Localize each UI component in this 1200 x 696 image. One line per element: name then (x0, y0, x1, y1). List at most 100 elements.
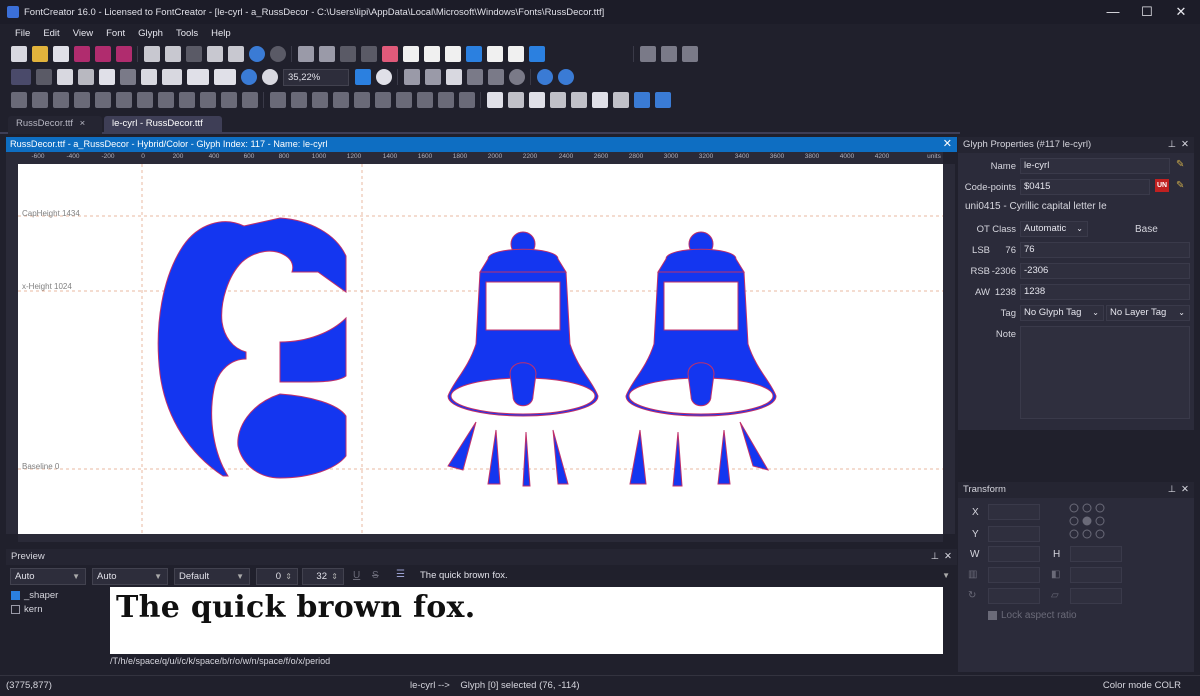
close-window-button[interactable]: ✕ (1162, 0, 1200, 24)
feature-shaper[interactable]: _shaper (11, 590, 106, 601)
lock-aspect-option[interactable]: Lock aspect ratio (988, 610, 1077, 621)
rotate-icon[interactable] (403, 69, 420, 85)
menu-font[interactable]: Font (106, 28, 125, 39)
script-select[interactable]: Auto ▼ (10, 567, 86, 585)
size-stepper[interactable]: 32 ⇕ (302, 567, 344, 585)
ruler-tool-icon[interactable] (98, 69, 115, 85)
select-tool-icon[interactable] (10, 69, 31, 85)
glyph-tag-select[interactable]: No Glyph Tag ⌄ (1020, 305, 1104, 321)
pin-icon[interactable]: ⊥ (1168, 482, 1176, 498)
mirror-icon[interactable] (290, 92, 307, 108)
grid-icon[interactable] (486, 92, 503, 108)
save-all-icon[interactable] (115, 46, 132, 62)
zoom-level-select[interactable]: 35,22% (283, 68, 349, 86)
save-icon[interactable] (73, 46, 90, 62)
settings-icon[interactable] (681, 46, 698, 62)
image-icon[interactable] (445, 69, 462, 85)
edit-codepoints-icon[interactable]: ✎ (1176, 180, 1184, 191)
send-back-icon[interactable] (458, 92, 475, 108)
paste-icon[interactable] (227, 46, 244, 62)
previous-glyph-icon[interactable] (536, 69, 553, 85)
lsb-field[interactable]: 76 (1020, 242, 1190, 258)
layers-icon[interactable] (570, 92, 587, 108)
add-point-icon[interactable] (213, 69, 236, 85)
close-editor-icon[interactable]: ✕ (943, 137, 952, 152)
glyph-contour-lower[interactable] (237, 393, 347, 479)
checkbox-unchecked[interactable] (11, 604, 20, 614)
lock-aspect-checkbox[interactable] (988, 610, 997, 620)
print-icon[interactable] (143, 46, 160, 62)
width-field[interactable] (988, 546, 1040, 562)
layout-select[interactable]: Default ▼ (174, 567, 250, 585)
unlink-icon[interactable] (360, 46, 377, 62)
save-as-icon[interactable] (94, 46, 111, 62)
export-icon[interactable] (486, 46, 503, 62)
tab-font-file[interactable]: RussDecor.ttf × (8, 116, 102, 134)
install-icon[interactable] (528, 46, 545, 62)
lasso-tool-icon[interactable] (35, 69, 52, 85)
rename-icon[interactable]: ✎ (1176, 159, 1184, 170)
bell-glyph-left[interactable] (447, 231, 599, 487)
contour-tool-icon[interactable] (186, 69, 209, 85)
close-preview-icon[interactable]: ✕ (944, 549, 952, 565)
tab-glyph-editor[interactable]: le-cyrl - RussDecor.ttf (104, 116, 222, 134)
hand-tool-icon[interactable] (56, 69, 73, 85)
menu-tools[interactable]: Tools (176, 28, 198, 39)
grid-large-icon[interactable] (507, 92, 524, 108)
scale-x-field[interactable] (988, 567, 1040, 583)
point-mode-icon[interactable] (375, 69, 392, 85)
unicode-icon[interactable]: UN (1155, 179, 1169, 192)
redo-icon[interactable] (269, 46, 286, 62)
menu-edit[interactable]: Edit (43, 28, 59, 39)
bell-glyph-right[interactable] (625, 231, 777, 487)
new-font-icon[interactable] (10, 46, 27, 62)
glyph-replace-icon[interactable] (318, 46, 335, 62)
align-middle-icon[interactable] (178, 92, 195, 108)
ellipse-icon[interactable] (508, 69, 525, 85)
undo-icon[interactable] (248, 46, 265, 62)
skew-field[interactable] (1070, 588, 1122, 604)
zoom-in-icon[interactable] (240, 69, 257, 85)
text-options-icon[interactable]: ☰ (396, 569, 405, 580)
arrow-down-icon[interactable] (395, 92, 412, 108)
rotate-field[interactable] (988, 588, 1040, 604)
bring-front-icon[interactable] (437, 92, 454, 108)
direction-icon[interactable] (311, 92, 328, 108)
find-icon[interactable] (164, 46, 181, 62)
check-icon[interactable] (465, 46, 482, 62)
page-setup-icon[interactable] (639, 46, 656, 62)
rsb-field[interactable]: -2306 (1020, 263, 1190, 279)
aw-field[interactable]: 1238 (1020, 284, 1190, 300)
editor-horizontal-scrollbar[interactable] (18, 534, 943, 542)
view-mode-icon[interactable] (660, 46, 677, 62)
glyph-ie[interactable] (157, 217, 347, 479)
align-right-icon[interactable] (136, 92, 153, 108)
align-left-icon[interactable] (94, 92, 111, 108)
menu-file[interactable]: File (15, 28, 30, 39)
insert-glyph-icon[interactable] (297, 46, 314, 62)
name-field[interactable]: le-cyrl (1020, 158, 1170, 174)
next-glyph-icon[interactable] (557, 69, 574, 85)
tab-close-icon[interactable]: × (80, 118, 86, 129)
fix-icon[interactable] (423, 46, 440, 62)
align-top-icon[interactable] (157, 92, 174, 108)
language-select[interactable]: Auto ▼ (92, 567, 168, 585)
validate-icon[interactable] (402, 46, 419, 62)
start-point-icon[interactable] (332, 92, 349, 108)
link-icon[interactable] (339, 46, 356, 62)
glyph-canvas[interactable]: CapHeight 1434 x-Height 1024 Baseline 0 (18, 164, 943, 534)
table-icon[interactable] (528, 92, 545, 108)
menu-view[interactable]: View (73, 28, 93, 39)
color-picker-icon[interactable] (161, 69, 182, 85)
anchor-lock-icon[interactable] (654, 92, 671, 108)
menu-glyph[interactable]: Glyph (138, 28, 163, 39)
fit-view-icon[interactable] (354, 69, 371, 85)
menu-help[interactable]: Help (211, 28, 231, 39)
copy-icon[interactable] (206, 46, 223, 62)
arrow-left-icon[interactable] (353, 92, 370, 108)
exclude-icon[interactable] (73, 92, 90, 108)
origin-selector[interactable] (1068, 502, 1108, 542)
space-icon[interactable] (241, 92, 258, 108)
columns-icon[interactable] (591, 92, 608, 108)
align-bottom-icon[interactable] (199, 92, 216, 108)
